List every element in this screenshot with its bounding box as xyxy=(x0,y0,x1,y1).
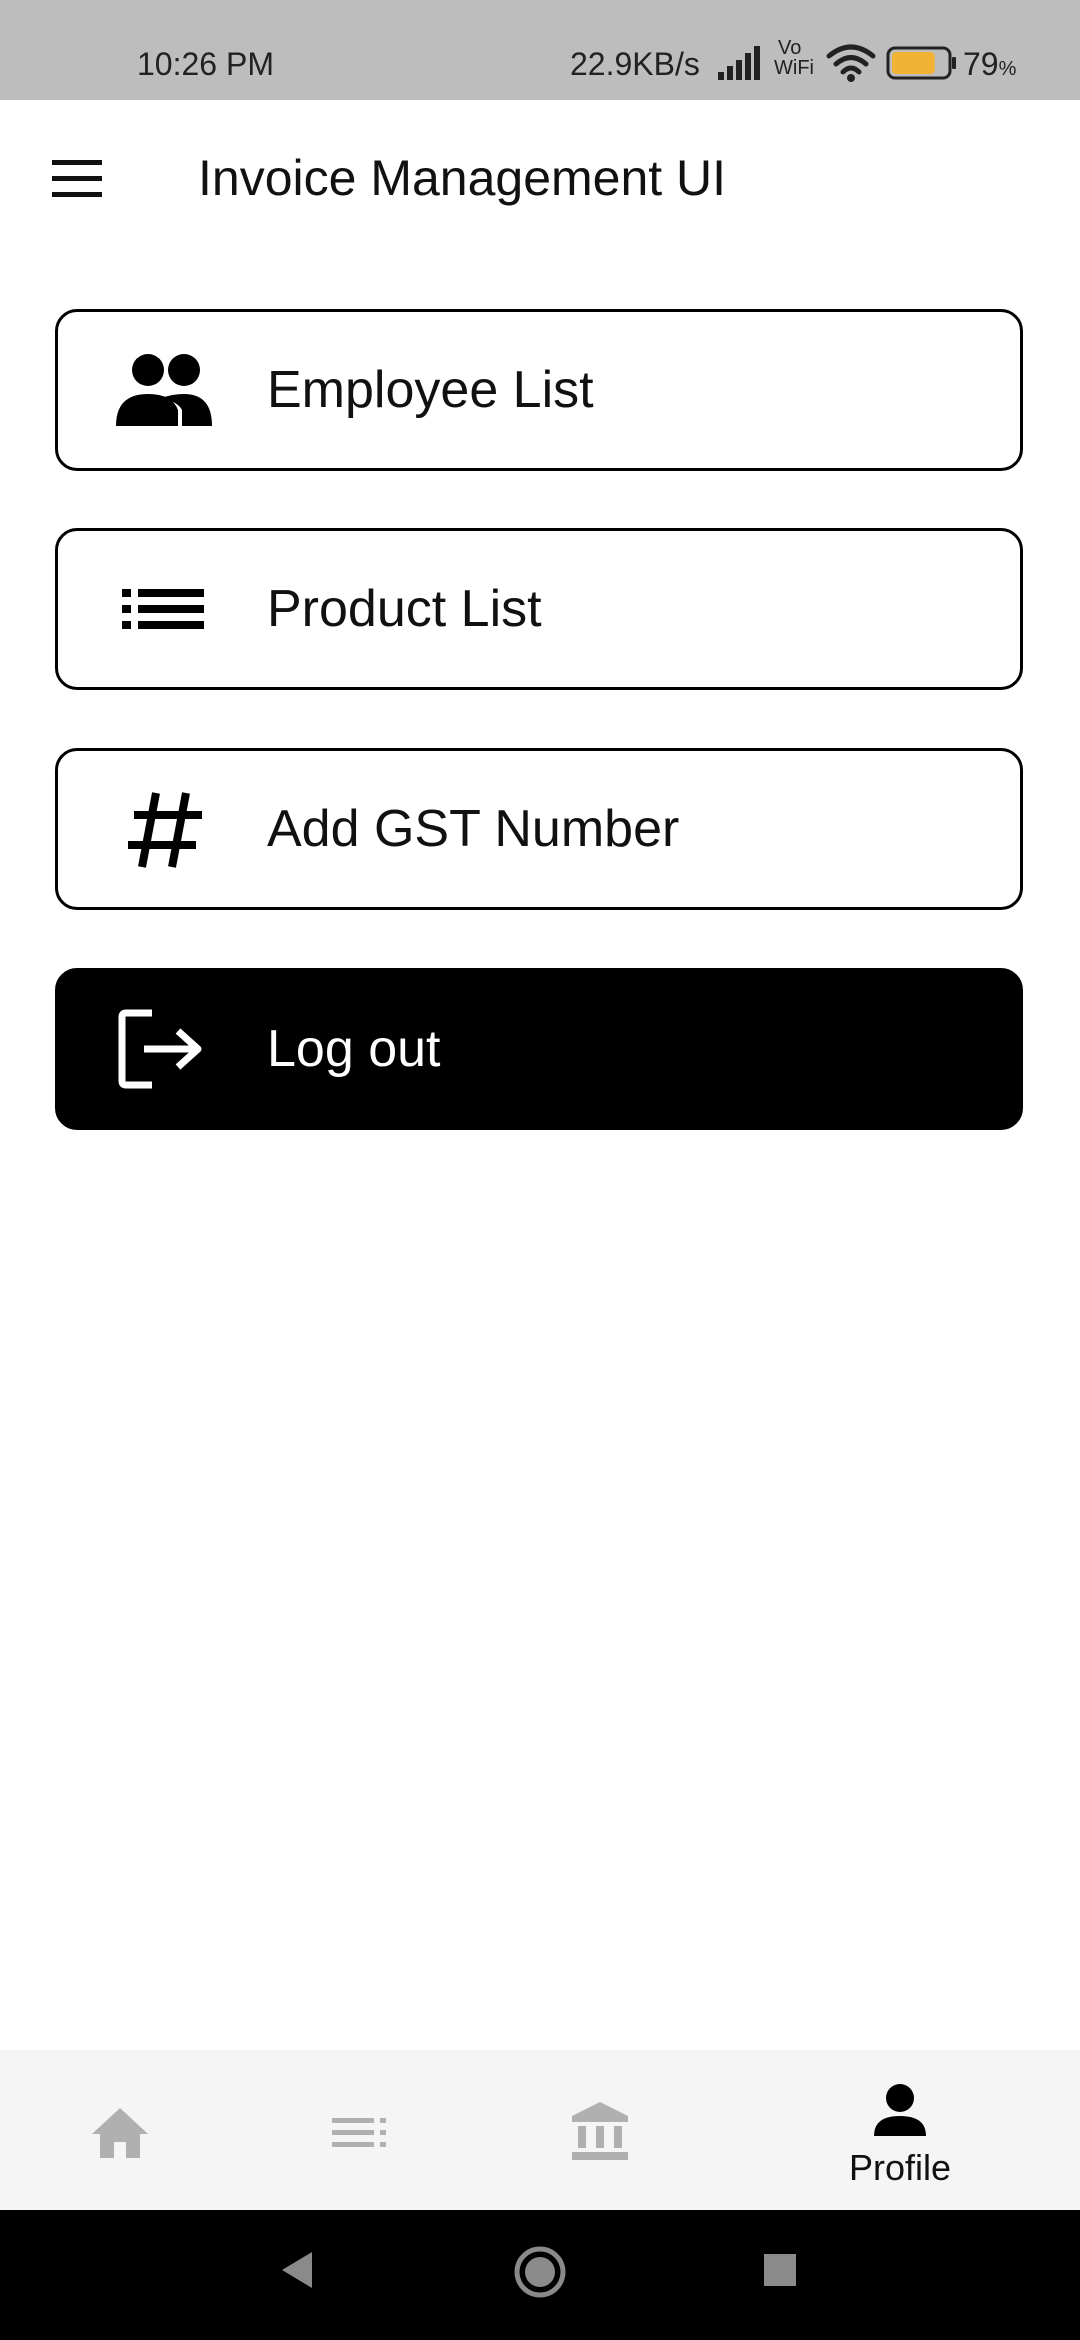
battery-percentage: 79% xyxy=(963,40,1016,93)
nav-bank[interactable] xyxy=(480,2050,720,2210)
network-speed: 22.9KB/s xyxy=(570,46,700,82)
bottom-navigation: Profile xyxy=(0,2050,1080,2210)
product-list-button[interactable]: Product List xyxy=(55,528,1023,690)
page-title: Invoice Management UI xyxy=(198,150,727,206)
vowifi-top-text: Vo xyxy=(778,37,802,59)
nav-list[interactable] xyxy=(240,2050,480,2210)
cellular-signal-icon xyxy=(718,46,760,80)
add-gst-number-button[interactable]: Add GST Number xyxy=(55,748,1023,910)
recents-square-icon[interactable] xyxy=(762,2252,798,2288)
product-list-label: Product List xyxy=(267,580,542,638)
system-navigation-bar xyxy=(0,2210,1080,2340)
nav-profile-label: Profile xyxy=(848,2147,952,2188)
home-circle-icon[interactable] xyxy=(512,2244,568,2300)
wifi-icon xyxy=(826,44,876,82)
battery-unit: % xyxy=(998,58,1017,80)
status-time: 10:26 PM xyxy=(137,46,274,82)
employee-list-label: Employee List xyxy=(267,361,594,419)
nav-profile[interactable]: Profile xyxy=(780,2050,1020,2210)
list-icon xyxy=(332,2118,386,2147)
home-icon xyxy=(92,2108,148,2158)
nav-home[interactable] xyxy=(0,2050,240,2210)
battery-level: 79 xyxy=(963,46,999,82)
list-icon xyxy=(122,589,204,629)
employee-list-button[interactable]: Employee List xyxy=(55,309,1023,471)
vowifi-indicator: Vo WiFi xyxy=(774,38,822,82)
back-icon[interactable] xyxy=(276,2248,316,2292)
logout-button[interactable]: Log out xyxy=(55,968,1023,1130)
vowifi-bottom-text: WiFi xyxy=(774,57,814,79)
hamburger-menu-icon[interactable] xyxy=(44,150,110,206)
battery-icon xyxy=(886,46,956,80)
add-gst-number-label: Add GST Number xyxy=(267,800,680,858)
logout-label: Log out xyxy=(267,1020,441,1078)
person-icon xyxy=(874,2084,926,2136)
logout-icon xyxy=(118,1009,202,1089)
hash-icon xyxy=(128,792,202,868)
people-icon xyxy=(116,354,212,426)
bank-icon xyxy=(572,2102,628,2160)
